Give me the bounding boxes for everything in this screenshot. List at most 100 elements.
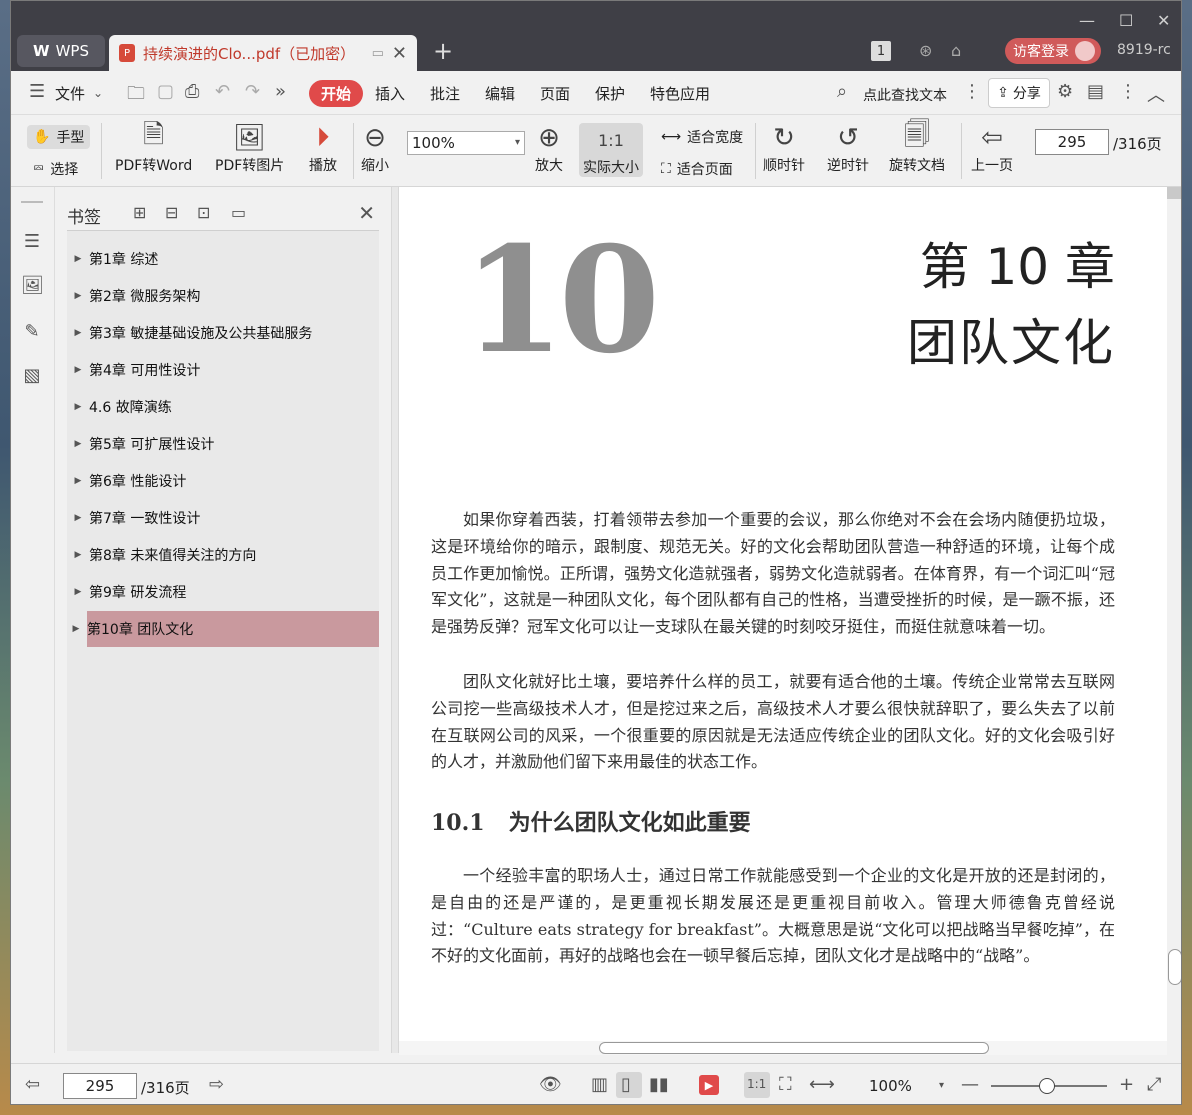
close-panel-icon[interactable]: ✕ [358, 201, 375, 225]
skin-icon[interactable]: ⊛ [919, 41, 932, 60]
undo-icon[interactable]: ↶ [215, 81, 230, 102]
bookmark-item[interactable]: ▶ 第3章 敏捷基础设施及公共基础服务 [67, 315, 379, 351]
eye-protection-icon[interactable]: 👁 [539, 1074, 562, 1095]
caret-right-icon[interactable]: ▶ [67, 328, 89, 338]
add-bookmark-icon[interactable]: ⊡ [197, 203, 210, 222]
zoom-out-status-icon[interactable]: — [961, 1074, 979, 1095]
zoom-select[interactable]: 100% ▾ [407, 131, 525, 155]
zoom-in-status-icon[interactable]: + [1119, 1074, 1134, 1095]
bookmark-item[interactable]: ▶ 第1章 综述 [67, 241, 379, 277]
fit-width-status-icon[interactable]: ⟷ [809, 1074, 835, 1095]
zoom-out-button[interactable]: ⊖ 缩小 [361, 121, 389, 175]
close-window-icon[interactable]: ✕ [1157, 11, 1170, 30]
zoom-slider-knob[interactable] [1039, 1078, 1055, 1094]
caret-right-icon[interactable]: ▶ [67, 254, 89, 264]
page-number-input[interactable]: 295 [1035, 129, 1109, 155]
fit-width-button[interactable]: ⟷ 适合宽度 [661, 127, 743, 147]
book-mode-icon[interactable]: ▮▮ [649, 1074, 669, 1095]
caret-right-icon[interactable]: ▶ [67, 513, 89, 523]
fullscreen-icon[interactable]: ⤢ [1147, 1074, 1161, 1095]
close-tab-icon[interactable]: ✕ [392, 43, 407, 64]
pdf-to-image-button[interactable]: 🖼 PDF转图片 [215, 121, 284, 175]
menu-special-apps[interactable]: 特色应用 [650, 83, 710, 104]
vertical-scroll-thumb[interactable] [1168, 949, 1181, 985]
rotate-document-button[interactable]: 🗐 旋转文档 [889, 120, 945, 175]
redo-icon[interactable]: ↷ [245, 81, 260, 102]
tab-document[interactable]: P 持续演进的Clo...pdf（已加密） ▭ ✕ [109, 35, 417, 71]
vertical-scrollbar[interactable] [1167, 187, 1181, 1053]
caret-right-icon[interactable]: ▶ [67, 291, 89, 301]
slideshow-icon[interactable]: ▶ [699, 1075, 719, 1095]
bookmark-item[interactable]: ▶ 第8章 未来值得关注的方向 [67, 537, 379, 573]
single-page-icon[interactable]: ▯ [621, 1074, 631, 1095]
zoom-in-button[interactable]: ⊕ 放大 [535, 121, 563, 175]
actual-size-status-icon[interactable]: 1:1 [747, 1077, 766, 1091]
save-icon[interactable]: ▢ [157, 81, 174, 102]
next-page-icon[interactable]: ⇨ [209, 1074, 224, 1095]
actual-size-button[interactable]: 1:1 实际大小 [579, 123, 643, 177]
chevron-down-icon[interactable]: ⌄ [93, 86, 103, 100]
dual-page-icon[interactable]: ▥ [591, 1074, 608, 1095]
new-tab-icon[interactable]: + [433, 37, 453, 65]
caret-right-icon[interactable]: ▶ [67, 402, 89, 412]
status-zoom-value[interactable]: 100% [869, 1077, 912, 1095]
bookmark-item[interactable]: ▶ 4.6 故障演练 [67, 389, 379, 425]
horizontal-scroll-thumb[interactable] [599, 1042, 989, 1054]
bookmark-list-icon[interactable]: ☰ [21, 231, 43, 253]
caret-right-icon[interactable]: ▶ [67, 365, 89, 375]
more-vertical-icon[interactable]: ⋮ [963, 81, 981, 102]
caret-right-icon[interactable]: ▶ [65, 624, 87, 634]
thumbnail-icon[interactable]: 🖼 [21, 275, 44, 297]
search-icon[interactable]: ⌕ [837, 81, 847, 102]
expand-all-icon[interactable]: ⊞ [133, 203, 146, 222]
horizontal-scrollbar[interactable] [399, 1041, 1167, 1055]
menu-protect[interactable]: 保护 [595, 83, 625, 104]
bookmark-item[interactable]: ▶ 第7章 一致性设计 [67, 500, 379, 536]
bookmark-item[interactable]: ▶ 第5章 可扩展性设计 [67, 426, 379, 462]
monitor-icon[interactable]: ▭ [372, 46, 384, 61]
menu-page[interactable]: 页面 [540, 83, 570, 104]
open-folder-icon[interactable]: 🗀 [127, 81, 145, 111]
settings-gear-icon[interactable]: ⚙ [1057, 81, 1073, 102]
menu-edit[interactable]: 编辑 [485, 83, 515, 104]
more-options-icon[interactable]: ⋮ [1119, 81, 1137, 102]
share-button[interactable]: ⇪ 分享 [988, 78, 1050, 108]
zoom-dropdown-icon[interactable]: ▾ [939, 1080, 944, 1091]
shirt-icon[interactable]: ⌂ [951, 41, 961, 60]
fit-page-status-icon[interactable]: ⛶ [779, 1074, 792, 1095]
rotate-counterclockwise-button[interactable]: ↺ 逆时针 [827, 121, 869, 175]
rotate-clockwise-button[interactable]: ↻ 顺时针 [763, 121, 805, 175]
bookmark-item[interactable]: ▶ 第4章 可用性设计 [67, 352, 379, 388]
guest-login-button[interactable]: 访客登录 [1005, 38, 1101, 64]
bookmark-item[interactable]: ▶ 第9章 研发流程 [67, 574, 379, 610]
menu-annotate[interactable]: 批注 [430, 83, 460, 104]
collapse-all-icon[interactable]: ⊟ [165, 203, 178, 222]
comment-icon[interactable]: ▤ [1087, 81, 1104, 102]
bookmark-item-selected[interactable]: ▶ 第10章 团队文化 [73, 611, 379, 647]
attachment-icon[interactable]: ▧ [21, 365, 43, 387]
maximize-icon[interactable]: ☐ [1119, 11, 1133, 30]
hamburger-icon[interactable]: ☰ [29, 81, 45, 102]
print-icon[interactable]: ⎙ [185, 81, 199, 102]
tab-wps-home[interactable]: W WPS [17, 35, 105, 67]
annotation-icon[interactable]: ✎ [21, 321, 43, 343]
previous-page-icon[interactable]: ⇦ [25, 1074, 40, 1095]
caret-right-icon[interactable]: ▶ [67, 439, 89, 449]
menu-file[interactable]: 文件 [55, 83, 85, 104]
hand-tool-button[interactable]: ✋ 手型 [27, 125, 91, 149]
status-page-input[interactable]: 295 [63, 1073, 137, 1099]
panel-splitter[interactable] [391, 187, 399, 1053]
caret-right-icon[interactable]: ▶ [67, 476, 89, 486]
more-chevron-icon[interactable]: » [275, 81, 286, 102]
bookmark-item[interactable]: ▶ 第6章 性能设计 [67, 463, 379, 499]
menu-start[interactable]: 开始 [309, 80, 364, 107]
caret-right-icon[interactable]: ▶ [67, 550, 89, 560]
collapse-ribbon-icon[interactable]: ︿ [1147, 81, 1165, 107]
fit-page-button[interactable]: ⛶ 适合页面 [661, 159, 733, 179]
minimize-icon[interactable]: — [1079, 11, 1095, 30]
bookmark-options-icon[interactable]: ▭ [231, 203, 246, 222]
select-tool-button[interactable]: ⮹ 选择 [33, 159, 78, 179]
menu-insert[interactable]: 插入 [375, 83, 405, 104]
search-text-button[interactable]: 点此查找文本 [863, 85, 947, 105]
caret-right-icon[interactable]: ▶ [67, 587, 89, 597]
